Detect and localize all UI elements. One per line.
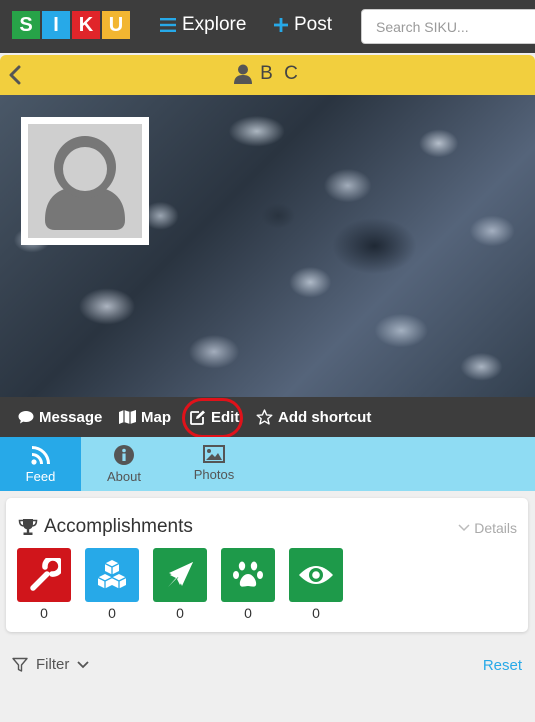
badge-count: 0 xyxy=(40,605,48,621)
profile-tabs: Feed About Photos xyxy=(0,437,535,491)
badge-paw[interactable] xyxy=(221,548,275,602)
details-toggle[interactable]: Details xyxy=(458,520,517,536)
edit-label: Edit xyxy=(211,408,240,426)
edit-button[interactable]: Edit xyxy=(190,397,239,437)
cubes-icon xyxy=(97,560,127,589)
badge-item: 0 xyxy=(289,548,343,621)
accomplishments-card: Accomplishments Details 0 0 0 0 0 xyxy=(6,498,528,632)
post-button[interactable]: Post xyxy=(274,14,332,36)
filter-label: Filter xyxy=(36,656,70,673)
add-shortcut-button[interactable]: Add shortcut xyxy=(256,397,371,437)
badge-count: 0 xyxy=(312,605,320,621)
eye-icon xyxy=(299,566,333,584)
add-shortcut-label: Add shortcut xyxy=(278,408,372,426)
logo-letter-k: K xyxy=(72,11,100,39)
badge-wrench[interactable] xyxy=(17,548,71,602)
explore-label: Explore xyxy=(182,14,247,35)
filter-icon xyxy=(12,657,28,672)
logo-letter-u: U xyxy=(102,11,130,39)
accomplishments-heading: Accomplishments xyxy=(18,516,193,538)
edit-icon xyxy=(190,410,205,425)
wrench-icon xyxy=(30,558,61,591)
star-outline-icon xyxy=(256,409,273,425)
badge-eye[interactable] xyxy=(289,548,343,602)
tab-feed[interactable]: Feed xyxy=(0,437,81,491)
hamburger-icon xyxy=(160,18,176,32)
logo-letter-i: I xyxy=(42,11,70,39)
logo-letter-s: S xyxy=(12,11,40,39)
comment-icon xyxy=(18,411,34,424)
badge-item: 0 xyxy=(153,548,207,621)
map-button[interactable]: Map xyxy=(119,397,171,437)
siku-logo[interactable]: S I K U xyxy=(12,11,130,39)
badge-item: 0 xyxy=(221,548,275,621)
tab-feed-label: Feed xyxy=(25,469,56,484)
badge-item: 0 xyxy=(17,548,71,621)
rss-icon xyxy=(30,446,50,465)
search-input[interactable] xyxy=(361,9,535,44)
post-label: Post xyxy=(294,14,333,35)
profile-header-bar: B C xyxy=(0,55,535,95)
message-label: Message xyxy=(39,408,103,426)
chevron-down-icon xyxy=(458,524,470,532)
top-navbar: S I K U Explore Post xyxy=(0,0,535,53)
avatar-placeholder xyxy=(28,124,142,238)
badge-list: 0 0 0 0 0 xyxy=(17,548,343,621)
default-avatar-icon xyxy=(45,136,125,230)
map-label: Map xyxy=(141,408,171,426)
badge-count: 0 xyxy=(108,605,116,621)
tab-about-label: About xyxy=(107,469,141,484)
paw-icon xyxy=(233,561,263,587)
explore-button[interactable]: Explore xyxy=(160,14,246,36)
chevron-down-icon xyxy=(77,660,89,668)
profile-title: B C xyxy=(0,63,535,85)
trophy-icon xyxy=(18,519,38,535)
badge-count: 0 xyxy=(176,605,184,621)
filter-dropdown[interactable]: Filter xyxy=(12,656,89,673)
location-arrow-icon xyxy=(168,562,193,587)
badge-item: 0 xyxy=(85,548,139,621)
details-label: Details xyxy=(474,520,517,536)
image-icon xyxy=(203,445,225,463)
badge-cubes[interactable] xyxy=(85,548,139,602)
message-button[interactable]: Message xyxy=(18,397,102,437)
badge-location-arrow[interactable] xyxy=(153,548,207,602)
info-icon xyxy=(114,445,134,465)
profile-name: B C xyxy=(260,63,301,84)
profile-action-bar: Message Map Edit Add shortcut xyxy=(0,397,535,437)
map-icon xyxy=(119,410,136,424)
badge-count: 0 xyxy=(244,605,252,621)
reset-link[interactable]: Reset xyxy=(483,657,522,674)
tab-photos-label: Photos xyxy=(193,467,235,482)
tab-photos[interactable]: Photos xyxy=(178,437,250,491)
plus-icon xyxy=(274,18,288,32)
user-icon xyxy=(234,64,253,84)
profile-avatar[interactable] xyxy=(21,117,149,245)
tab-about[interactable]: About xyxy=(88,437,160,491)
accomplishments-title: Accomplishments xyxy=(44,516,193,537)
